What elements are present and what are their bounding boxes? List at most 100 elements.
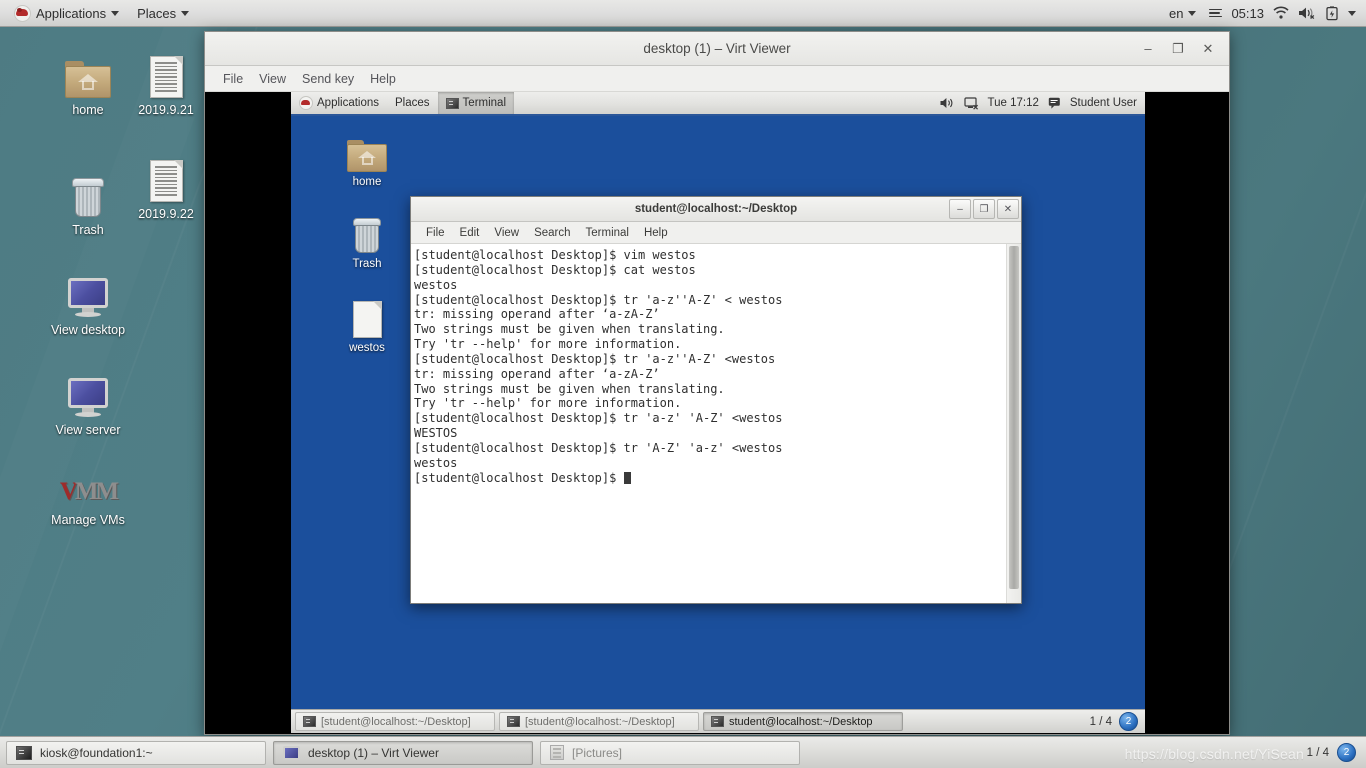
menu-search[interactable]: Search [527,225,577,241]
desktop-icon-view-desktop[interactable]: View desktop [40,268,136,337]
gnome-terminal-window[interactable]: student@localhost:~/Desktop – ❐ ✕ File E… [410,196,1022,604]
redhat-logo-icon [299,96,313,110]
virt-viewer-menubar: File View Send key Help [205,66,1229,92]
vm-places-menu-button[interactable]: Places [387,92,438,114]
monitor-icon [40,268,136,318]
virt-viewer-titlebar[interactable]: desktop (1) – Virt Viewer – ❐ ✕ [205,32,1229,66]
vm-taskbar-right: 1 / 4 2 [1090,712,1141,731]
vm-panel-right: Tue 17:12 Student User [940,96,1146,110]
terminal-scrollbar[interactable] [1006,244,1021,603]
maximize-button[interactable]: ❐ [1171,41,1185,57]
menu-view[interactable]: View [252,69,293,89]
menu-edit[interactable]: Edit [453,225,487,241]
menu-view[interactable]: View [487,225,526,241]
vm-workspace-badge[interactable]: 2 [1119,712,1138,731]
host-workspace-badge[interactable]: 2 [1337,743,1356,762]
vm-taskbar: [student@localhost:~/Desktop] [student@l… [291,709,1145,733]
menu-help[interactable]: Help [637,225,675,241]
terminal-icon [445,97,459,109]
chevron-down-icon[interactable] [1348,10,1356,16]
places-menu-button[interactable]: Places [129,3,197,24]
terminal-line: [student@localhost Desktop]$ tr 'a-z''A-… [414,292,783,307]
minimize-button[interactable]: – [949,199,971,219]
desktop-icon-manage-vms[interactable]: VMM Manage VMs [40,458,136,527]
terminal-body[interactable]: [student@localhost Desktop]$ vim westos[… [411,244,1021,603]
terminal-cursor [623,471,631,484]
host-taskbar-item-pictures[interactable]: [Pictures] [540,740,800,765]
vm-taskbar-item-label: [student@localhost:~/Desktop] [321,715,471,728]
menu-help[interactable]: Help [363,69,403,89]
vm-panel-left: Applications Places Terminal [291,92,515,114]
menu-file[interactable]: File [419,225,452,241]
terminal-output[interactable]: [student@localhost Desktop]$ vim westos[… [411,244,1006,603]
terminal-icon [507,716,520,727]
host-taskbar-item-kiosk[interactable]: kiosk@foundation1:~ [6,740,266,765]
vm-workspace-indicator[interactable]: 1 / 4 [1090,716,1112,728]
vm-logo-icon: VMM [59,478,119,505]
desktop-icon-2019-9-21[interactable]: 2019.9.21 [118,48,214,117]
desktop-icon-label: Trash [72,223,104,237]
host-taskbar-item-label: desktop (1) – Virt Viewer [308,745,439,760]
battery-icon[interactable] [1325,5,1339,21]
chevron-down-icon [1188,10,1197,16]
vm-active-app-label: Terminal [462,97,507,109]
host-taskbar-item-label: kiosk@foundation1:~ [40,745,153,760]
vm-desktop-icon-home[interactable]: home [329,128,405,188]
chevron-down-icon [111,10,120,16]
maximize-button[interactable]: ❐ [973,199,995,219]
vm-active-app-button[interactable]: Terminal [437,92,515,114]
minimize-button[interactable]: – [1141,41,1155,56]
monitor-icon [283,745,300,760]
virt-viewer-window[interactable]: desktop (1) – Virt Viewer – ❐ ✕ File Vie… [204,31,1230,735]
vm-desktop-icon-westos[interactable]: westos [329,294,405,354]
close-button[interactable]: ✕ [997,199,1019,219]
menu-file[interactable]: File [216,69,250,89]
terminal-line: westos [414,277,458,292]
vm-user-label[interactable]: Student User [1070,97,1137,109]
vm-taskbar-item[interactable]: [student@localhost:~/Desktop] [499,712,699,731]
vm-screen[interactable]: Applications Places Terminal Tue 17:12 S… [291,92,1145,733]
vm-taskbar-item-active[interactable]: student@localhost:~/Desktop [703,712,903,731]
host-workspace-indicator[interactable]: 1 / 4 [1307,747,1329,759]
vm-applications-label: Applications [317,97,380,109]
terminal-icon [16,745,32,760]
terminal-line: [student@localhost Desktop]$ tr 'A-Z' 'a… [414,440,783,455]
host-clock[interactable]: 05:13 [1231,6,1264,21]
terminal-line: Try 'tr --help' for more information. [414,396,682,411]
desktop-screen: Applications Places en 05:13 home 2019.9… [0,0,1366,768]
vm-top-panel: Applications Places Terminal Tue 17:12 S… [291,92,1145,116]
menu-send-key[interactable]: Send key [295,69,361,89]
language-indicator[interactable]: en [1165,3,1200,24]
hamburger-menu-icon[interactable] [1209,8,1223,18]
terminal-icon [303,716,316,727]
desktop-icon-2019-9-22[interactable]: 2019.9.22 [118,152,214,221]
redhat-logo-icon [14,4,31,22]
host-taskbar-item-label: [Pictures] [572,745,623,760]
virt-viewer-window-buttons: – ❐ ✕ [1141,32,1223,65]
close-button[interactable]: ✕ [1201,41,1215,57]
desktop-icon-label: View desktop [50,323,126,337]
terminal-titlebar[interactable]: student@localhost:~/Desktop – ❐ ✕ [411,197,1021,222]
volume-muted-icon[interactable] [1298,6,1316,20]
desktop-icon-view-server[interactable]: View server [40,368,136,437]
terminal-scrollbar-thumb[interactable] [1009,246,1019,589]
vm-desktop-icon-label: home [352,176,382,188]
host-taskbar-item-virt-viewer[interactable]: desktop (1) – Virt Viewer [273,740,533,765]
vm-desktop-icon-label: westos [349,342,385,354]
chat-icon[interactable] [1048,97,1061,109]
applications-menu-button[interactable]: Applications [6,2,127,25]
volume-icon[interactable] [940,97,955,109]
vm-desktop-area: home Trash westos student@localhost:~/De… [291,116,1145,711]
vm-desktop-icon-trash[interactable]: Trash [329,210,405,270]
desktop-icon-label: 2019.9.21 [138,103,194,117]
host-taskbar-right: 1 / 4 2 [1307,743,1360,762]
wifi-icon[interactable] [1273,6,1289,20]
document-icon [118,48,214,98]
network-disconnected-icon[interactable] [963,96,979,110]
vm-taskbar-item-label: [student@localhost:~/Desktop] [525,715,675,728]
menu-terminal[interactable]: Terminal [579,225,636,241]
vm-applications-menu-button[interactable]: Applications [291,92,387,114]
home-folder-icon [329,128,405,172]
vm-taskbar-item[interactable]: [student@localhost:~/Desktop] [295,712,495,731]
vm-clock[interactable]: Tue 17:12 [988,97,1039,109]
